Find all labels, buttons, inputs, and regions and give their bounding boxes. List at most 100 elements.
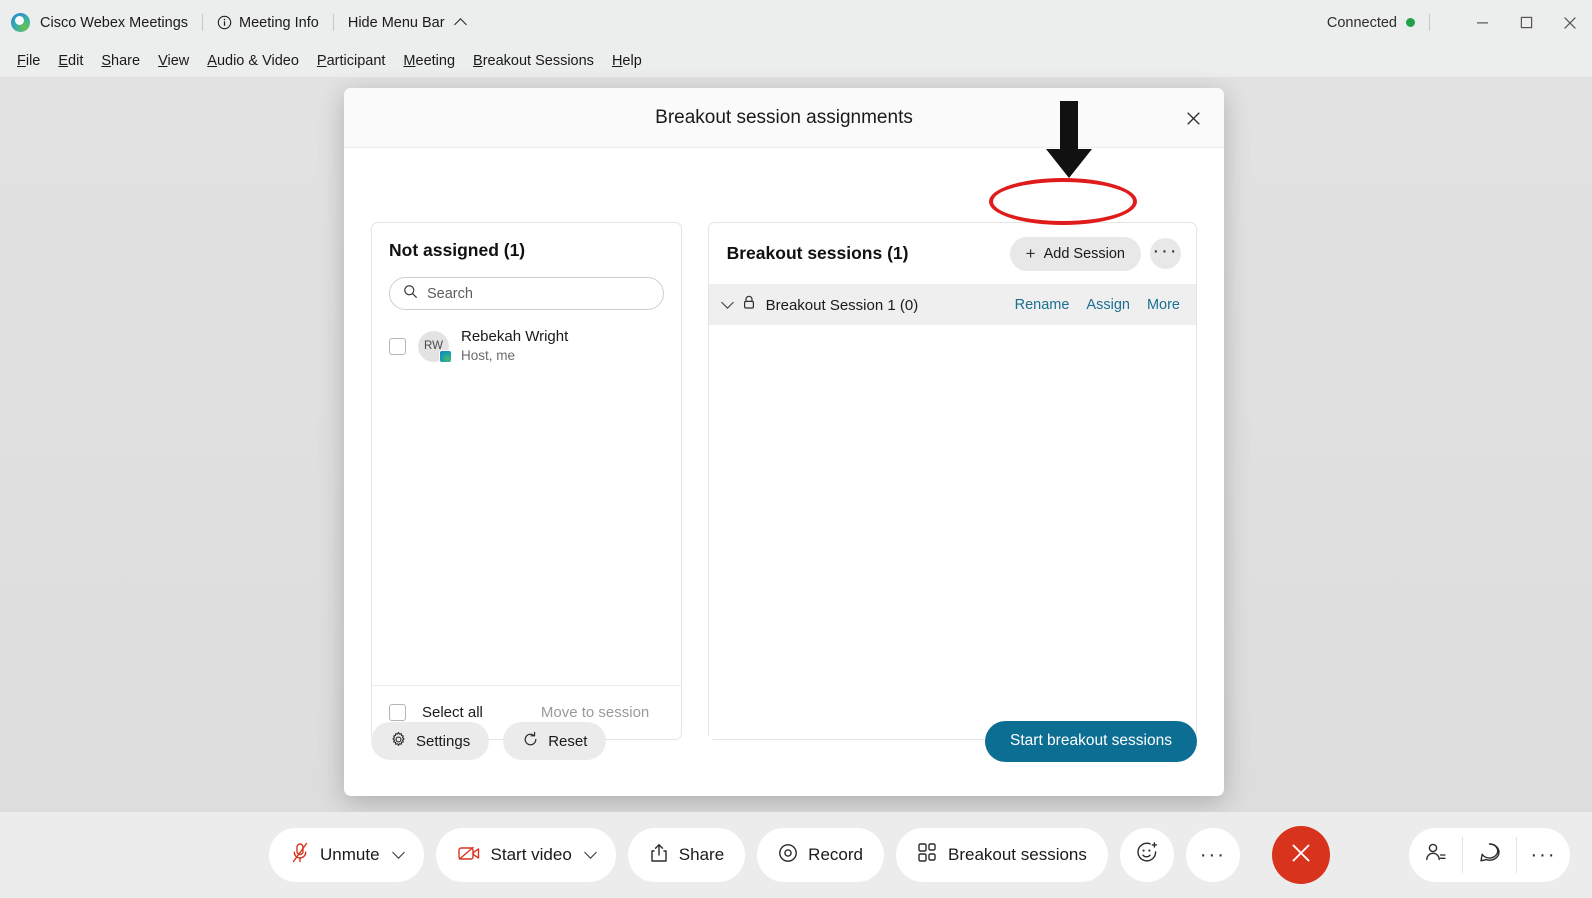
reactions-smiley-icon [1135,841,1159,870]
annotation-arrow-icon [1043,101,1095,179]
unmute-label: Unmute [320,845,380,864]
breakout-sessions-label: Breakout sessions [947,845,1087,864]
connection-status-label: Connected [1326,14,1397,31]
minimize-button[interactable] [1460,0,1504,45]
chevron-down-icon[interactable] [720,295,734,309]
chevron-down-icon[interactable] [391,845,405,859]
reset-button[interactable]: Reset [503,722,607,760]
search-box[interactable] [389,277,664,310]
lock-icon [742,295,756,315]
close-button[interactable] [1548,0,1592,45]
participant-text: Rebekah Wright Host, me [461,328,568,364]
toolbar-right-group: ··· [1409,828,1570,882]
divider [202,14,204,31]
participants-panel-button[interactable] [1409,828,1462,882]
share-button[interactable]: Share [627,828,746,882]
chevron-down-icon[interactable] [583,845,597,859]
more-horizontal-icon: ··· [1530,844,1557,866]
reactions-button[interactable] [1119,828,1174,882]
session-actions: Rename Assign More [1015,297,1186,313]
session-options-kebab-button[interactable]: ··· [1150,238,1181,269]
hide-menu-bar-button[interactable]: Hide Menu Bar [347,14,467,31]
refresh-icon [522,731,539,752]
camera-off-icon [457,843,481,868]
reset-label: Reset [548,732,588,750]
title-bar: Cisco Webex Meetings Meeting Info Hide M… [0,0,1592,45]
dialog-title: Breakout session assignments [655,106,913,128]
add-session-button[interactable]: + Add Session [1009,236,1141,271]
webex-logo-icon [11,13,30,32]
kebab-icon: ··· [1152,239,1179,262]
breakout-sessions-button[interactable]: Breakout sessions [895,828,1108,882]
not-assigned-panel: Not assigned (1) RW [371,222,682,740]
plus-icon: + [1025,244,1036,263]
more-link[interactable]: More [1147,297,1180,313]
menu-file[interactable]: File [8,50,49,72]
breakout-sessions-panel: Breakout sessions (1) + Add Session ··· … [707,222,1197,740]
start-video-button[interactable]: Start video [435,828,616,882]
gear-icon [390,731,407,752]
app-title: Cisco Webex Meetings [40,14,189,31]
toolbar-center-group: Unmute Start video Share Record Breakout… [269,826,1330,884]
meeting-toolbar: Unmute Start video Share Record Breakout… [0,812,1592,898]
menu-meeting[interactable]: Meeting [394,50,464,72]
chat-panel-button[interactable] [1463,828,1516,882]
grid-icon [917,842,938,868]
menu-share[interactable]: Share [92,50,149,72]
settings-button[interactable]: Settings [371,722,490,760]
hide-menu-bar-label: Hide Menu Bar [347,14,445,31]
participant-list: RW Rebekah Wright Host, me [372,310,681,685]
list-item[interactable]: RW Rebekah Wright Host, me [372,322,681,370]
webex-presence-badge-icon [439,349,452,363]
more-horizontal-icon: ··· [1199,844,1226,866]
menu-participant[interactable]: Participant [308,50,395,72]
table-row[interactable]: Breakout Session 1 (0) Rename Assign Mor… [708,285,1196,325]
panel-more-options-button[interactable]: ··· [1517,828,1570,882]
add-session-label: Add Session [1043,245,1125,262]
menu-help[interactable]: Help [603,50,651,72]
breakout-sessions-title: Breakout sessions (1) [726,243,909,263]
session-name: Breakout Session 1 (0) [765,296,919,314]
participant-checkbox[interactable] [389,337,406,355]
record-icon [778,843,798,868]
unmute-button[interactable]: Unmute [269,828,424,882]
menu-breakout-sessions[interactable]: Breakout Sessions [464,50,603,72]
webex-meeting-window: Cisco Webex Meetings Meeting Info Hide M… [0,0,1592,898]
menu-audio-video[interactable]: Audio & Video [198,50,308,72]
record-button[interactable]: Record [757,828,884,882]
maximize-button[interactable] [1504,0,1548,45]
end-meeting-button[interactable] [1271,826,1330,884]
record-label: Record [808,845,863,864]
divider [332,14,334,31]
menu-bar: File Edit Share View Audio & Video Parti… [0,45,1592,77]
search-input[interactable] [427,285,650,302]
menu-view[interactable]: View [149,50,198,72]
title-bar-left: Cisco Webex Meetings Meeting Info Hide M… [0,13,467,32]
settings-label: Settings [416,732,471,750]
chat-icon [1478,841,1501,869]
start-breakout-sessions-button[interactable]: Start breakout sessions [985,720,1197,762]
dialog-close-button[interactable] [1176,101,1210,135]
share-label: Share [678,845,725,864]
breakout-sessions-header: Breakout sessions (1) + Add Session ··· [708,223,1196,285]
assign-link[interactable]: Assign [1086,297,1130,313]
not-assigned-header: Not assigned (1) [372,223,681,261]
info-circle-icon [217,15,232,30]
chevron-up-icon [453,18,467,31]
meeting-info-label: Meeting Info [239,14,319,31]
dialog-body: Not assigned (1) RW [344,148,1224,740]
dialog-footer: Settings Reset Start breakout sessions [344,686,1224,796]
meeting-info-button[interactable]: Meeting Info [217,15,319,31]
title-bar-right: Connected [1327,0,1592,45]
search-icon [403,284,418,304]
more-options-button[interactable]: ··· [1185,828,1240,882]
mic-muted-icon [290,842,310,869]
not-assigned-title: Not assigned (1) [389,240,526,260]
connection-status-dot [1406,18,1415,27]
menu-edit[interactable]: Edit [49,50,92,72]
rename-link[interactable]: Rename [1015,297,1070,313]
window-controls [1460,0,1592,45]
participant-name: Rebekah Wright [461,328,569,345]
annotation-highlight-ellipse [989,178,1137,225]
end-call-icon [1289,841,1313,870]
